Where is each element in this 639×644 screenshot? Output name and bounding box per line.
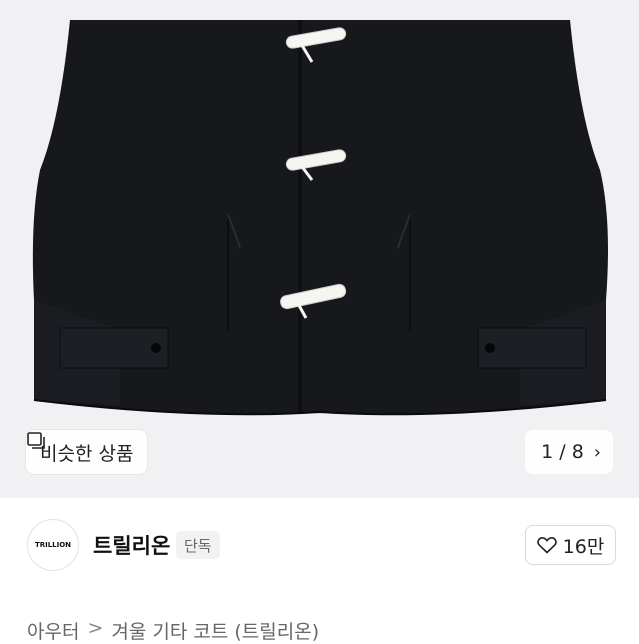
like-count: 16만 [562, 535, 605, 558]
exclusive-badge: 단독 [176, 531, 220, 559]
similar-items-label: 비슷한 상품 [40, 442, 134, 465]
similar-items-button[interactable]: 비슷한 상품 [26, 430, 148, 474]
product-image-gallery[interactable]: 비슷한 상품 1 / 8 › [0, 0, 639, 498]
breadcrumb-separator: > [87, 617, 104, 639]
seller-logo[interactable]: TRILLION [27, 519, 79, 571]
seller-logo-text: TRILLION [34, 541, 72, 549]
image-counter: 1 / 8 [541, 441, 584, 463]
breadcrumb-item[interactable]: 겨울 기타 코트 (트릴리온) [111, 617, 319, 644]
image-counter-button[interactable]: 1 / 8 › [525, 430, 613, 474]
heart-icon [536, 537, 557, 554]
similar-items-icon [27, 432, 45, 449]
like-button[interactable]: 16만 [525, 525, 616, 565]
breadcrumb-item[interactable]: 아우터 [27, 617, 79, 644]
breadcrumb: 아우터 > 겨울 기타 코트 (트릴리온) [27, 617, 319, 644]
product-image [32, 20, 609, 416]
seller-name[interactable]: 트릴리온 [93, 530, 170, 560]
chevron-right-icon: › [593, 441, 601, 463]
